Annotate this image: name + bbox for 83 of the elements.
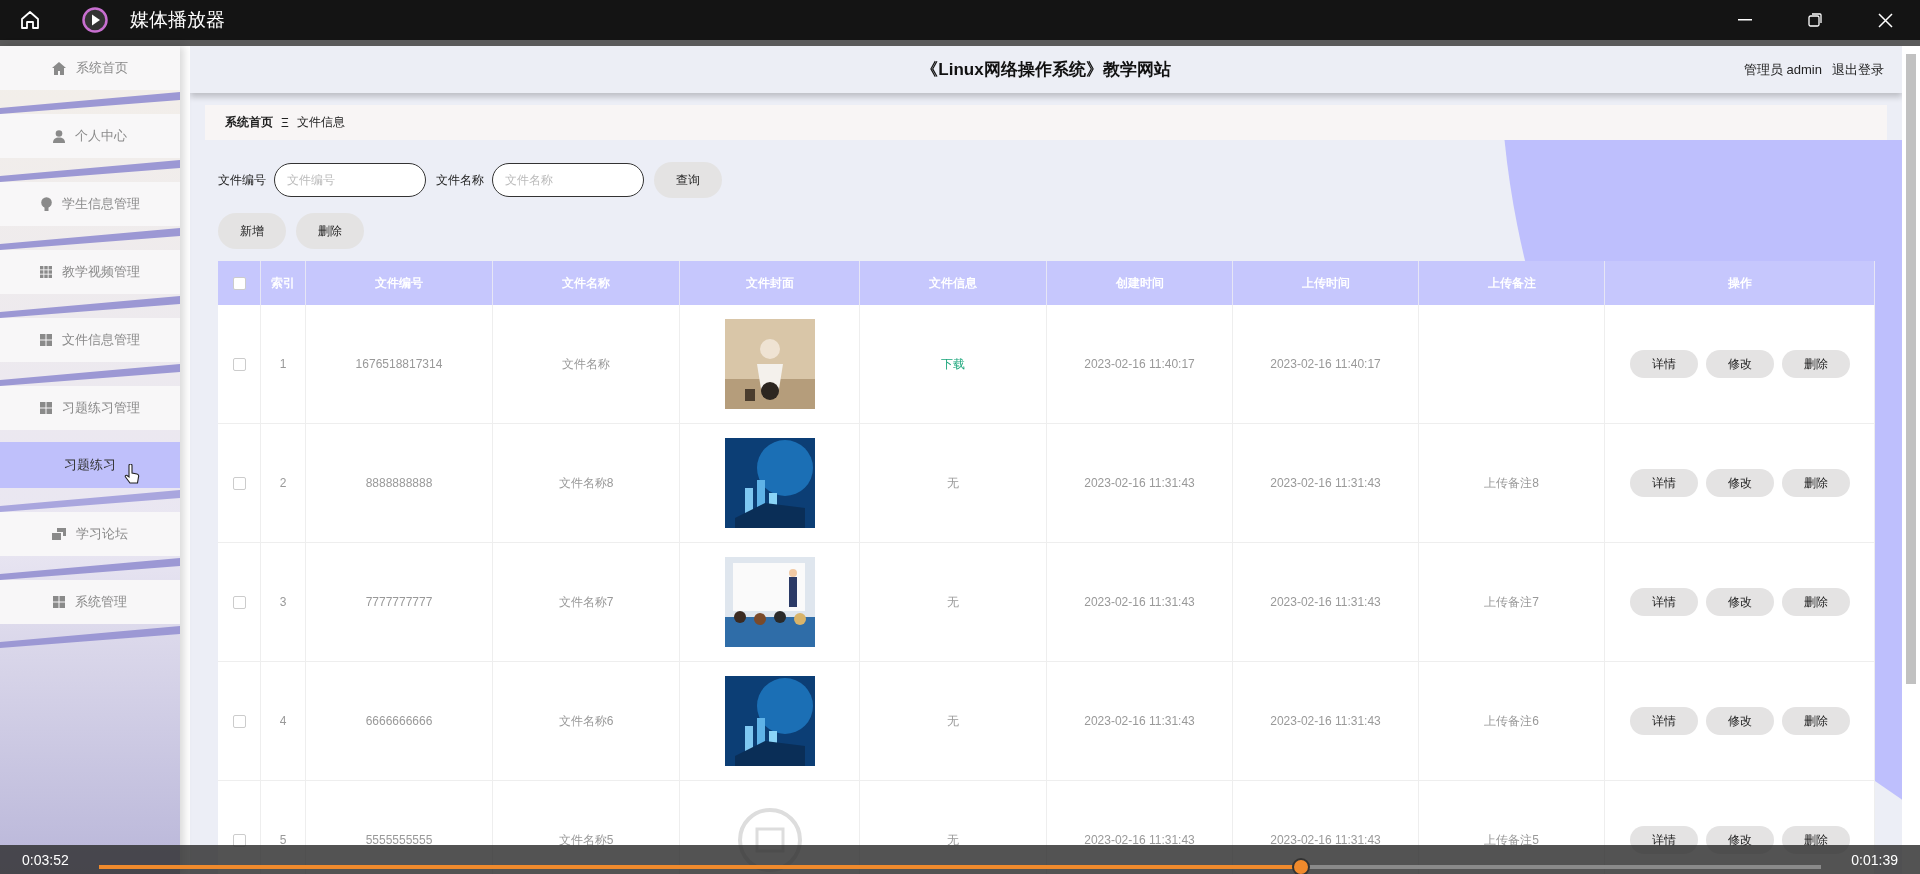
column-header: 文件名称 — [493, 261, 680, 305]
play-logo-icon — [82, 7, 108, 33]
table-cell: 上传备注7 — [1419, 543, 1605, 662]
grid-icon — [40, 402, 52, 414]
table-cell: 2023-02-16 11:31:43 — [1233, 543, 1419, 662]
row-checkbox[interactable] — [232, 714, 246, 728]
table-cell: 2023-02-16 11:31:43 — [1233, 424, 1419, 543]
user-label: 管理员 admin — [1743, 60, 1822, 79]
search-field[interactable]: 文件编号 — [274, 163, 426, 197]
close-icon — [1877, 12, 1893, 28]
edit-button[interactable]: 修改 — [1705, 707, 1774, 735]
details-button[interactable]: 详情 — [1629, 350, 1698, 378]
breadcrumb-item: 文件信息 — [296, 114, 345, 131]
delete-button[interactable]: 删除 — [296, 213, 364, 249]
home-icon — [52, 61, 66, 75]
remaining-time: 0:01:39 — [1851, 851, 1898, 868]
restore-icon — [1808, 13, 1822, 27]
table-cell: 1 — [261, 305, 306, 424]
edit-button[interactable]: 修改 — [1705, 588, 1774, 616]
table-cell: 6666666666 — [306, 662, 493, 781]
field-label: 文件名称 — [436, 171, 484, 189]
table-cell: 3 — [261, 543, 306, 662]
elapsed-time: 0:03:52 — [22, 851, 69, 868]
logout-link[interactable]: 退出登录 — [1832, 60, 1884, 79]
scrollbar-thumb[interactable] — [1906, 54, 1916, 684]
breadcrumb-item[interactable]: 系统首页 — [225, 114, 273, 131]
table-cell: 文件名称 — [493, 305, 680, 424]
row-checkbox[interactable] — [232, 595, 246, 609]
column-header: 索引 — [261, 261, 306, 305]
edit-button[interactable]: 修改 — [1705, 469, 1774, 497]
table-cell: 8888888888 — [306, 424, 493, 543]
table-cell: 2023-02-16 11:31:43 — [1047, 662, 1233, 781]
table-cell: 2023-02-16 11:31:43 — [1047, 424, 1233, 543]
window-title: 媒体播放器 — [130, 8, 225, 32]
table-cell: 上传备注6 — [1419, 662, 1605, 781]
table-cell: 上传备注8 — [1419, 424, 1605, 543]
select-all-checkbox[interactable] — [232, 276, 246, 290]
column-header: 文件编号 — [306, 261, 493, 305]
column-header: 文件信息 — [860, 261, 1047, 305]
user-icon — [53, 129, 65, 143]
table-cell: 无 — [860, 662, 1047, 781]
table-cell: 2 — [261, 424, 306, 543]
table-cell: 2023-02-16 11:40:17 — [1047, 305, 1233, 424]
delete-button[interactable]: 删除 — [1781, 350, 1850, 378]
delete-button[interactable]: 删除 — [1781, 469, 1850, 497]
search-field[interactable]: 文件名称 — [492, 163, 644, 197]
table-cell: 无 — [860, 424, 1047, 543]
query-button[interactable]: 查询 — [654, 162, 722, 198]
minimize-icon — [1738, 19, 1752, 21]
sidebar-subitem[interactable]: 习题练习 — [0, 442, 180, 488]
table-cell: 2023-02-16 11:31:43 — [1047, 543, 1233, 662]
edit-button[interactable]: 修改 — [1705, 350, 1774, 378]
hand-cursor-icon — [124, 464, 140, 486]
table-cell: 文件名称8 — [493, 424, 680, 543]
row-checkbox[interactable] — [232, 357, 246, 371]
column-header: 文件封面 — [680, 261, 860, 305]
table-cell: 无 — [860, 543, 1047, 662]
table-cell: 1676518817314 — [306, 305, 493, 424]
add-button[interactable]: 新增 — [218, 213, 286, 249]
delete-button[interactable]: 删除 — [1781, 588, 1850, 616]
column-header: 创建时间 — [1047, 261, 1233, 305]
seek-handle[interactable] — [1292, 857, 1311, 874]
column-header: 操作 — [1605, 261, 1875, 305]
details-button[interactable]: 详情 — [1629, 707, 1698, 735]
field-label: 文件编号 — [218, 171, 266, 189]
grid-icon — [40, 334, 52, 346]
grid-icon — [53, 596, 65, 608]
table-cell: 4 — [261, 662, 306, 781]
chat-icon — [52, 528, 66, 540]
details-button[interactable]: 详情 — [1629, 469, 1698, 497]
table-cell: 文件名称6 — [493, 662, 680, 781]
table-cell: 2023-02-16 11:40:17 — [1233, 305, 1419, 424]
table-cell: 2023-02-16 11:31:43 — [1233, 662, 1419, 781]
breadcrumb-separator: Ξ — [281, 115, 289, 130]
row-checkbox[interactable] — [232, 476, 246, 490]
table-cell: 文件名称7 — [493, 543, 680, 662]
delete-button[interactable]: 删除 — [1781, 707, 1850, 735]
details-button[interactable]: 详情 — [1629, 588, 1698, 616]
home-icon[interactable] — [20, 10, 40, 30]
grid-icon — [40, 266, 52, 278]
lightbulb-icon — [40, 197, 52, 211]
table-cell: 7777777777 — [306, 543, 493, 662]
site-title: 《Linux网络操作系统》教学网站 — [921, 59, 1171, 81]
